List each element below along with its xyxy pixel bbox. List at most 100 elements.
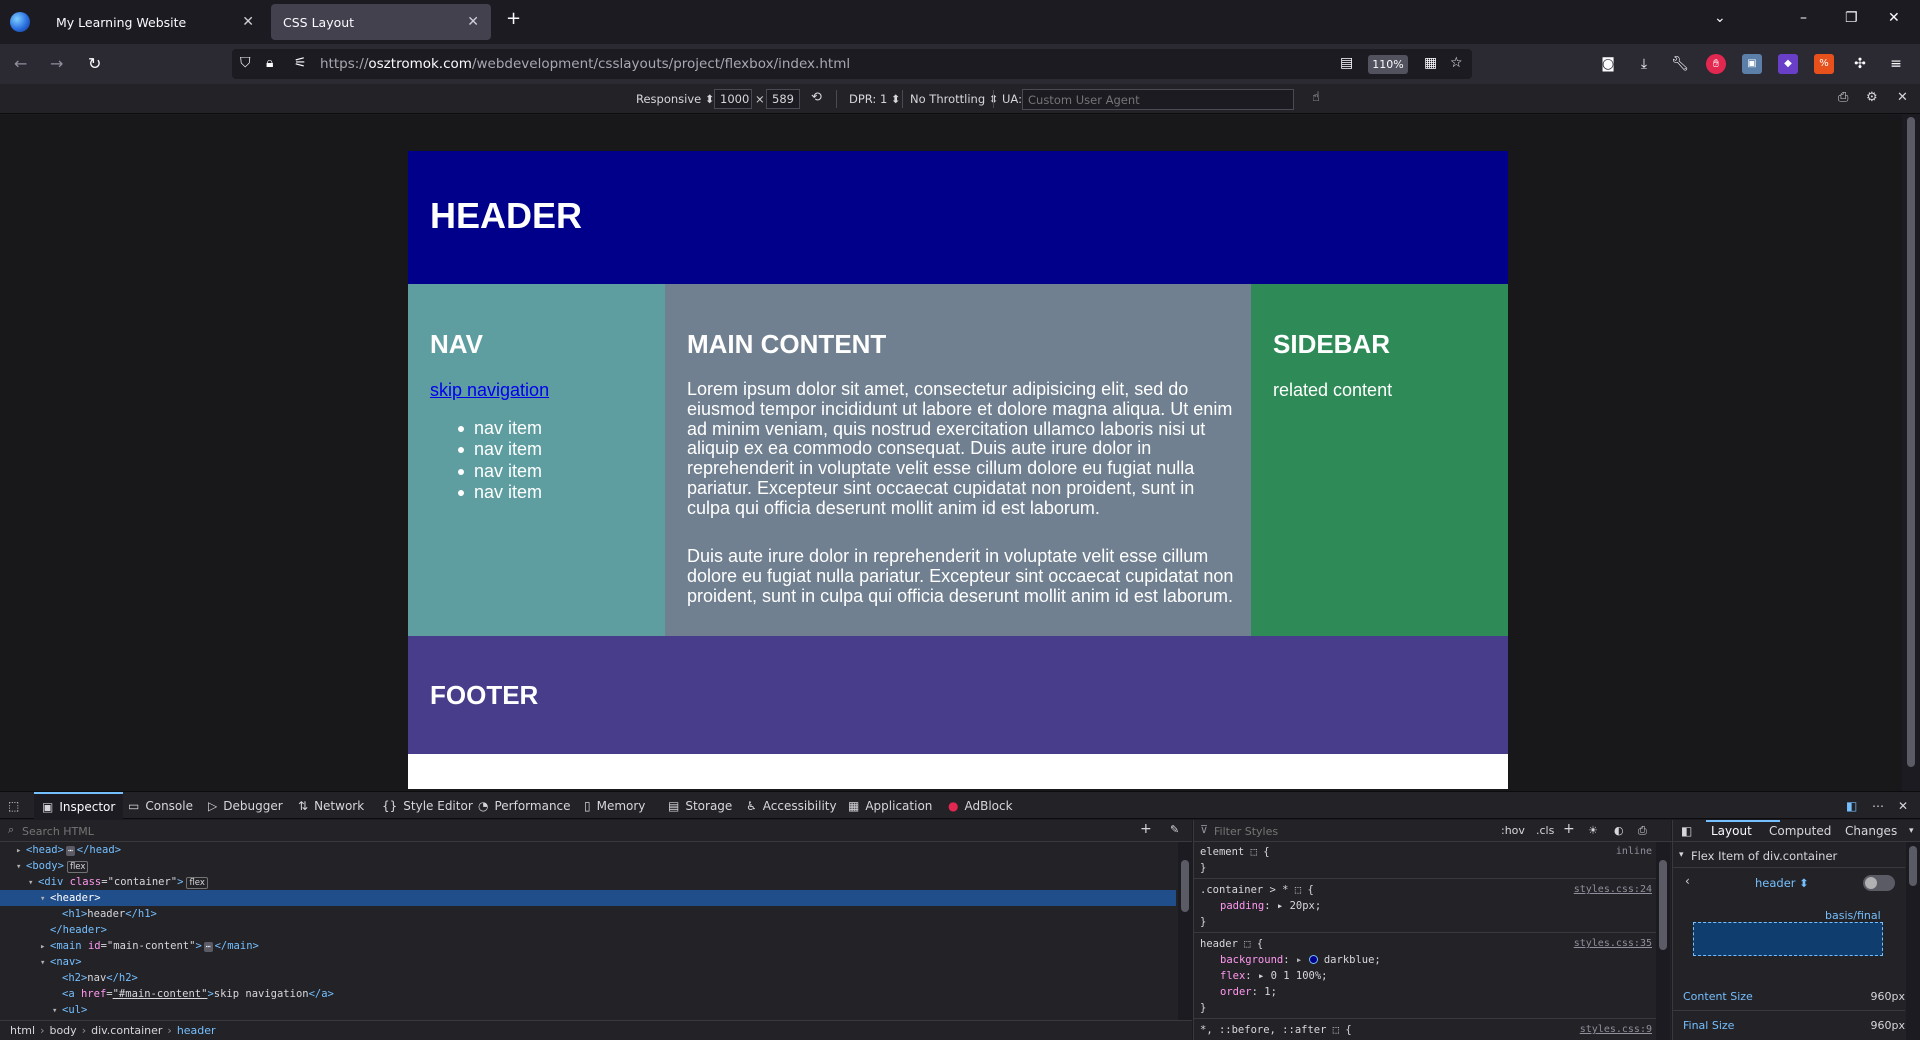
reader-view-icon[interactable]: ▤ — [1340, 55, 1353, 71]
nav-item[interactable]: nav item — [457, 439, 542, 460]
minimize-button[interactable]: – — [1800, 10, 1807, 26]
extensions-puzzle-icon[interactable]: ✣ — [1850, 54, 1870, 74]
tab-computed[interactable]: Computed — [1769, 824, 1831, 838]
extension-orange-icon[interactable]: % — [1814, 54, 1834, 74]
dock-side-icon[interactable]: ◧ — [1846, 792, 1857, 820]
device-selector[interactable]: Responsive ⬍ — [636, 92, 715, 106]
markup-node-h1[interactable]: <h1>header</h1> — [0, 906, 1176, 922]
restore-button[interactable]: ❐ — [1845, 10, 1858, 26]
dpr-selector[interactable]: DPR: 1 ⬍ — [849, 92, 901, 106]
tab-debugger[interactable]: ▷ Debugger — [208, 792, 283, 820]
shield-icon[interactable]: ⛉ — [240, 55, 251, 71]
breadcrumb-item[interactable]: html — [10, 1024, 35, 1037]
tab-memory[interactable]: ▯ Memory — [584, 792, 645, 820]
viewport-width-input[interactable]: 1000 — [714, 89, 752, 109]
css-declaration[interactable]: order: 1; — [1200, 984, 1656, 1000]
rotate-icon[interactable]: ⟲ — [811, 90, 822, 105]
settings-gear-icon[interactable]: ⚙ — [1866, 90, 1878, 105]
url-bar[interactable]: ⛉ 🔒︎ ⚟ https://osztromok.com/webdevelopm… — [232, 49, 1472, 79]
tab-adblock[interactable]: ● AdBlock — [948, 792, 1013, 820]
markup-node-header-close[interactable]: </header> — [0, 922, 1176, 938]
color-swatch[interactable] — [1308, 955, 1318, 964]
scrollbar-thumb[interactable] — [1181, 860, 1189, 912]
tab-my-learning-website[interactable]: My Learning Website ✕ — [44, 4, 266, 40]
tab-inspector[interactable]: ▣ Inspector — [34, 792, 124, 820]
bookmark-star-icon[interactable]: ☆ — [1450, 55, 1463, 71]
close-rdm-icon[interactable]: ✕ — [1897, 90, 1908, 105]
print-media-icon[interactable]: ⎙ — [1638, 824, 1647, 838]
breadcrumb-item-current[interactable]: header — [177, 1024, 216, 1037]
screenshot-icon[interactable]: ⎙ — [1838, 90, 1848, 105]
css-declaration[interactable]: padding: ▸ 20px; — [1200, 898, 1656, 914]
markup-node-h2[interactable]: <h2>nav</h2> — [0, 970, 1176, 986]
markup-node-main[interactable]: ▸ <main id="main-content"> ⋯ </main> — [0, 938, 1176, 954]
permissions-icon[interactable]: ⚟ — [294, 55, 307, 71]
tab-changes[interactable]: Changes — [1845, 824, 1897, 838]
tab-application[interactable]: ▦ Application — [848, 792, 932, 820]
markup-node-a[interactable]: <a href="#main-content">skip navigation<… — [0, 986, 1176, 1002]
add-rule-icon[interactable]: + — [1563, 821, 1575, 837]
nav-item[interactable]: nav item — [457, 461, 542, 482]
adblock-extension-icon[interactable]: ✋︎ — [1706, 54, 1726, 74]
firefox-logo-icon[interactable] — [10, 12, 30, 32]
user-agent-input[interactable] — [1022, 89, 1294, 110]
dark-scheme-icon[interactable]: ◐ — [1614, 824, 1624, 837]
rules-scrollbar[interactable] — [1656, 842, 1670, 1040]
light-scheme-icon[interactable]: ☀ — [1588, 824, 1598, 837]
tab-storage[interactable]: ▤ Storage — [668, 792, 732, 820]
nav-item[interactable]: nav item — [457, 418, 542, 439]
rule-source-link[interactable]: styles.css:24 — [1574, 882, 1652, 898]
hamburger-menu-icon[interactable]: ≡ — [1886, 54, 1906, 74]
flex-badge[interactable]: flex — [66, 861, 89, 873]
nav-item[interactable]: nav item — [457, 482, 542, 503]
url-text[interactable]: https://osztromok.com/webdevelopment/css… — [320, 56, 850, 72]
highlight-toggle[interactable] — [1863, 875, 1895, 891]
classes-button[interactable]: .cls — [1536, 824, 1554, 837]
rule-selector[interactable]: *, ::before, ::after ⬚ {styles.css:9 — [1200, 1022, 1656, 1038]
rule-selector[interactable]: .container > * ⬚ {styles.css:24 — [1200, 882, 1656, 898]
forward-icon[interactable]: → — [50, 54, 63, 74]
more-options-icon[interactable]: ⋯ — [1872, 792, 1884, 820]
scrollbar-thumb[interactable] — [1909, 846, 1917, 886]
download-icon[interactable]: ⤓ — [1634, 54, 1654, 74]
breadcrumb-item[interactable]: body — [49, 1024, 76, 1037]
chevron-down-icon[interactable]: ⌄ — [1714, 10, 1726, 26]
collapse-arrow-icon[interactable]: ▾ — [1679, 850, 1684, 860]
markup-node-header-selected[interactable]: ▾ <header> — [0, 890, 1176, 906]
flex-item-select[interactable]: header ⬍ — [1755, 876, 1809, 890]
tab-layout[interactable]: Layout — [1711, 824, 1752, 838]
pocket-icon[interactable]: ◙ — [1598, 54, 1618, 74]
layout-scrollbar[interactable] — [1906, 842, 1920, 1040]
close-tab-icon[interactable]: ✕ — [242, 14, 254, 30]
markup-node-head[interactable]: ▸ <head> ⋯ </head> — [0, 842, 1176, 858]
scrollbar-thumb[interactable] — [1907, 117, 1915, 767]
css-declaration[interactable]: background: ▸ darkblue; — [1200, 952, 1656, 968]
tab-network[interactable]: ⇅ Network — [298, 792, 364, 820]
tab-css-layout[interactable]: CSS Layout ✕ — [271, 4, 491, 40]
close-window-button[interactable]: ✕ — [1888, 10, 1900, 26]
back-icon[interactable]: ← — [14, 54, 27, 74]
scrollbar-thumb[interactable] — [1659, 860, 1667, 950]
back-chevron-icon[interactable]: ‹ — [1685, 874, 1690, 888]
viewport-height-input[interactable]: 589 — [766, 89, 800, 109]
tab-accessibility[interactable]: ♿︎ Accessibility — [746, 792, 837, 820]
markup-node-container[interactable]: ▾ <div class="container"> flex — [0, 874, 1176, 890]
rule-selector[interactable]: element ⬚ {inline — [1200, 844, 1656, 860]
reload-icon[interactable]: ↻ — [88, 54, 101, 74]
toggle-sidebar-icon[interactable]: ◧ — [1681, 824, 1692, 838]
markup-node-ul[interactable]: ▾ <ul> — [0, 1002, 1176, 1018]
element-picker-icon[interactable]: ⬚ — [8, 792, 25, 820]
filter-styles-input[interactable] — [1212, 822, 1412, 840]
skip-navigation-link[interactable]: skip navigation — [430, 380, 549, 401]
breadcrumb-item[interactable]: div.container — [91, 1024, 162, 1037]
rule-source-link[interactable]: styles.css:35 — [1574, 936, 1652, 952]
tab-console[interactable]: ▭ Console — [128, 792, 193, 820]
throttling-selector[interactable]: No Throttling ⬍ — [910, 92, 998, 106]
tab-performance[interactable]: ◔ Performance — [478, 792, 571, 820]
rule-source-link[interactable]: styles.css:9 — [1580, 1022, 1652, 1038]
wrench-icon[interactable]: 🔧︎ — [1670, 54, 1690, 74]
close-devtools-icon[interactable]: ✕ — [1898, 792, 1908, 820]
zoom-level[interactable]: 110% — [1368, 55, 1408, 74]
viewport-scrollbar[interactable] — [1902, 115, 1920, 791]
new-tab-icon[interactable]: + — [506, 8, 521, 29]
